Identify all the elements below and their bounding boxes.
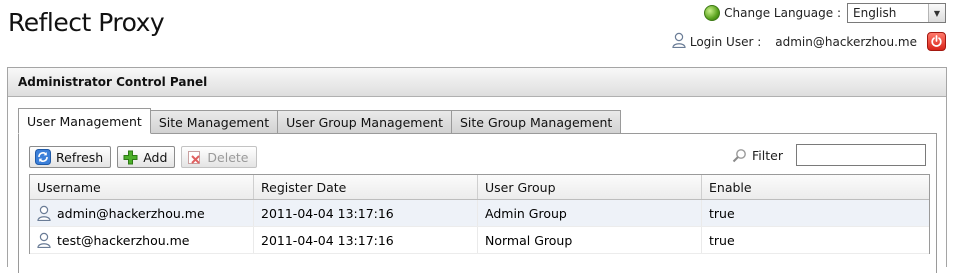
username-cell: admin@hackerzhou.me [30, 200, 254, 226]
chevron-down-icon[interactable]: ▼ [928, 4, 945, 22]
login-user-value: admin@hackerzhou.me [775, 34, 917, 49]
login-label: Login User : [689, 34, 762, 49]
tab-site-management[interactable]: Site Management [150, 110, 279, 134]
language-select-value: English [853, 6, 897, 20]
user-group-cell: Normal Group [478, 227, 702, 253]
language-switcher: Change Language : English ▼ [704, 3, 946, 23]
login-info: Login User : admin@hackerzhou.me [672, 32, 946, 51]
plus-icon [123, 150, 138, 164]
username-text: admin@hackerzhou.me [57, 205, 205, 221]
table-row[interactable]: test@hackerzhou.me 2011-04-04 13:17:16 N… [30, 227, 929, 254]
panel-title: Administrator Control Panel [8, 68, 946, 97]
username-cell: test@hackerzhou.me [30, 227, 254, 253]
admin-control-panel: Administrator Control Panel User Managem… [7, 67, 947, 273]
table-row[interactable]: admin@hackerzhou.me 2011-04-04 13:17:16 … [30, 200, 929, 227]
add-button[interactable]: Add [117, 146, 176, 168]
register-date-cell: 2011-04-04 13:17:16 [254, 227, 478, 253]
search-icon [732, 148, 746, 162]
register-date-cell: 2011-04-04 13:17:16 [254, 200, 478, 226]
filter-bar: Filter [732, 144, 926, 166]
table-header: Username Register Date User Group Enable [30, 175, 929, 200]
column-header-username[interactable]: Username [30, 175, 254, 199]
user-icon [672, 32, 686, 51]
refresh-button[interactable]: Refresh [29, 146, 112, 168]
tab-site-group-management[interactable]: Site Group Management [451, 110, 622, 134]
enable-cell: true [709, 233, 735, 248]
delete-icon [188, 150, 201, 164]
refresh-icon [35, 149, 51, 165]
column-header-user-group[interactable]: User Group [478, 175, 702, 199]
users-table: Username Register Date User Group Enable… [29, 174, 930, 254]
user-group-cell: Admin Group [478, 200, 702, 226]
user-management-content: Refresh Add Delete Filter Username Regis… [18, 133, 937, 273]
column-header-enable[interactable]: Enable [702, 175, 929, 199]
filter-label: Filter [752, 147, 783, 163]
language-label: Change Language : [724, 6, 841, 20]
refresh-label: Refresh [56, 149, 104, 165]
filter-input[interactable] [796, 144, 926, 166]
language-select[interactable]: English ▼ [847, 3, 946, 23]
add-label: Add [143, 149, 168, 165]
username-text: test@hackerzhou.me [57, 232, 190, 248]
toolbar: Refresh Add Delete [29, 146, 257, 168]
tab-bar: User Management Site Management User Gro… [18, 108, 622, 134]
delete-label: Delete [207, 149, 249, 165]
power-icon [931, 35, 942, 47]
globe-icon [704, 5, 721, 21]
user-icon [37, 232, 51, 248]
logout-button[interactable] [927, 32, 946, 51]
delete-button[interactable]: Delete [181, 146, 257, 168]
tab-user-management[interactable]: User Management [18, 108, 151, 134]
enable-cell: true [709, 206, 735, 221]
app-title: Reflect Proxy [8, 8, 165, 37]
tab-user-group-management[interactable]: User Group Management [278, 110, 452, 134]
column-header-register-date[interactable]: Register Date [254, 175, 478, 199]
user-icon [37, 205, 51, 221]
